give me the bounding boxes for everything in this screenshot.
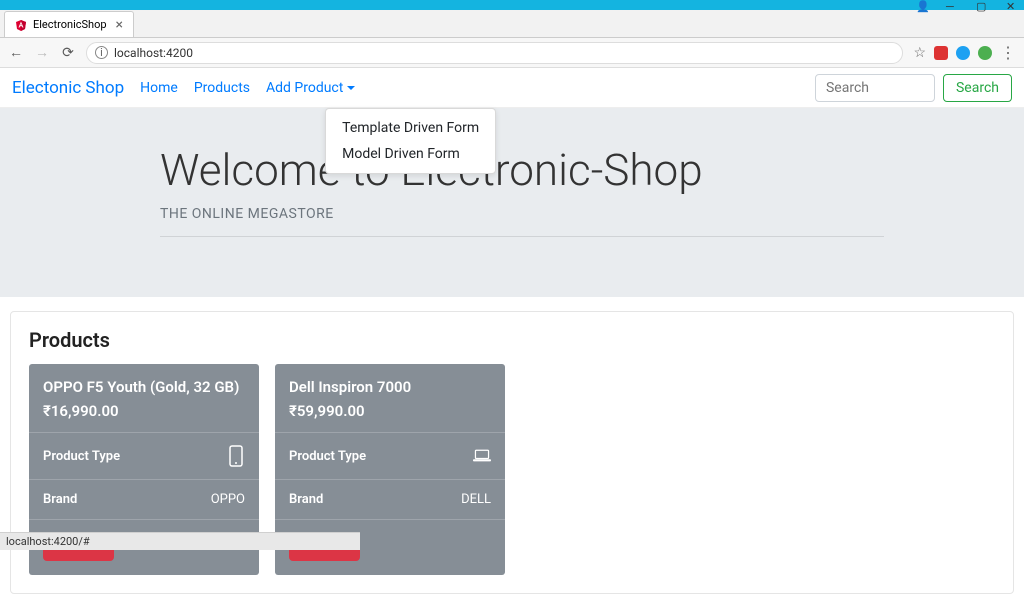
forward-icon[interactable]: → (34, 45, 50, 61)
extension-icon[interactable] (956, 46, 970, 60)
nav-products[interactable]: Products (194, 80, 250, 96)
browser-menu-icon[interactable]: ⋮ (1000, 43, 1016, 62)
brand-link[interactable]: Electonic Shop (12, 78, 124, 98)
brand-label: Brand (43, 492, 77, 507)
product-price: ₹16,990.00 (43, 402, 245, 420)
nav-add-product[interactable]: Add Product (266, 80, 355, 96)
close-window-icon[interactable]: ✕ (1006, 0, 1016, 10)
products-container: Products OPPO F5 Youth (Gold, 32 GB) ₹16… (10, 311, 1014, 594)
section-title: Products (29, 328, 995, 352)
angular-favicon-icon (15, 19, 27, 31)
tab-strip: ElectronicShop × (0, 10, 1024, 38)
address-bar: ← → ⟳ i localhost:4200 ☆ ⋮ (0, 38, 1024, 68)
add-product-dropdown: Template Driven Form Model Driven Form (325, 108, 496, 174)
user-icon[interactable]: 👤 (916, 0, 926, 10)
search-button[interactable]: Search (943, 74, 1012, 102)
nav-home[interactable]: Home (140, 80, 178, 96)
maximize-icon[interactable]: ▢ (976, 0, 986, 10)
product-type-label: Product Type (289, 449, 366, 464)
laptop-icon (473, 445, 491, 467)
search-input[interactable] (815, 74, 935, 102)
dropdown-template-form[interactable]: Template Driven Form (326, 115, 495, 141)
app-navbar: Electonic Shop Home Products Add Product… (0, 68, 1024, 108)
reload-icon[interactable]: ⟳ (60, 45, 76, 61)
tab-title: ElectronicShop (33, 18, 110, 31)
window-title-bar: 👤 ─ ▢ ✕ (0, 0, 1024, 10)
tab-close-icon[interactable]: × (116, 17, 123, 33)
minimize-icon[interactable]: ─ (946, 0, 956, 10)
dropdown-model-form[interactable]: Model Driven Form (326, 141, 495, 167)
product-name: OPPO F5 Youth (Gold, 32 GB) (43, 378, 245, 396)
extension-icon[interactable] (934, 46, 948, 60)
back-icon[interactable]: ← (8, 45, 24, 61)
url-text: localhost:4200 (114, 46, 193, 60)
status-bar: localhost:4200/# (0, 532, 360, 550)
page-subtitle: THE ONLINE MEGASTORE (160, 206, 884, 237)
star-icon[interactable]: ☆ (913, 45, 926, 61)
page-title: Welcome to Electronic-Shop (160, 144, 884, 196)
extension-icon[interactable] (978, 46, 992, 60)
brand-value: OPPO (211, 492, 245, 507)
brand-value: DELL (461, 492, 491, 507)
product-name: Dell Inspiron 7000 (289, 378, 491, 396)
url-bar[interactable]: i localhost:4200 (86, 42, 903, 64)
product-type-label: Product Type (43, 449, 120, 464)
brand-label: Brand (289, 492, 323, 507)
browser-tab[interactable]: ElectronicShop × (4, 11, 134, 37)
info-icon[interactable]: i (95, 46, 108, 59)
mobile-icon (227, 445, 245, 467)
product-price: ₹59,990.00 (289, 402, 491, 420)
jumbotron: Welcome to Electronic-Shop THE ONLINE ME… (0, 108, 1024, 297)
